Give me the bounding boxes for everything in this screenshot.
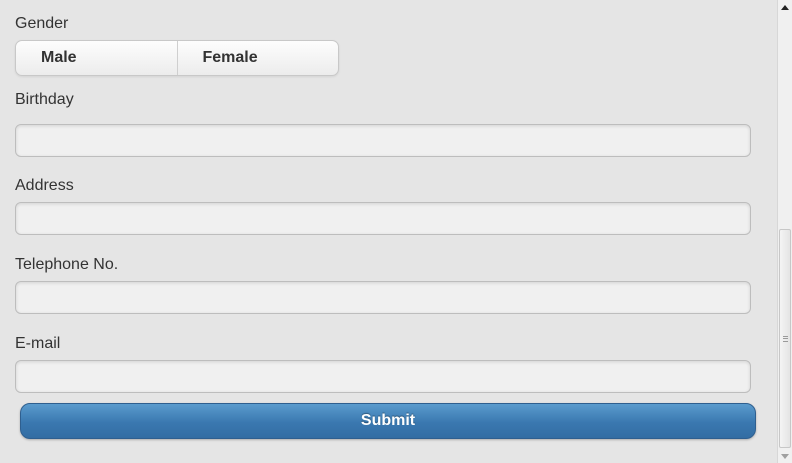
scroll-up-arrow[interactable] — [778, 0, 792, 14]
grip-icon — [783, 336, 788, 342]
submit-button[interactable]: Submit — [20, 403, 756, 439]
gender-segmented-control: Male Female — [15, 40, 339, 76]
email-label: E-mail — [15, 335, 61, 352]
telephone-label: Telephone No. — [15, 256, 119, 273]
email-input[interactable] — [15, 360, 751, 393]
gender-option-female[interactable]: Female — [176, 41, 339, 75]
scroll-down-arrow[interactable] — [778, 449, 792, 463]
gender-label: Gender — [15, 15, 69, 32]
vertical-scrollbar[interactable] — [777, 0, 792, 463]
telephone-input[interactable] — [15, 281, 751, 314]
arrow-up-icon — [781, 4, 789, 10]
address-label: Address — [15, 177, 74, 194]
arrow-down-icon — [781, 453, 789, 459]
scroll-thumb[interactable] — [779, 229, 791, 448]
gender-option-male[interactable]: Male — [16, 41, 177, 75]
birthday-input[interactable] — [15, 124, 751, 157]
birthday-label: Birthday — [15, 91, 74, 108]
registration-form: Gender Male Female Birthday Address Tele… — [0, 0, 777, 463]
address-input[interactable] — [15, 202, 751, 235]
